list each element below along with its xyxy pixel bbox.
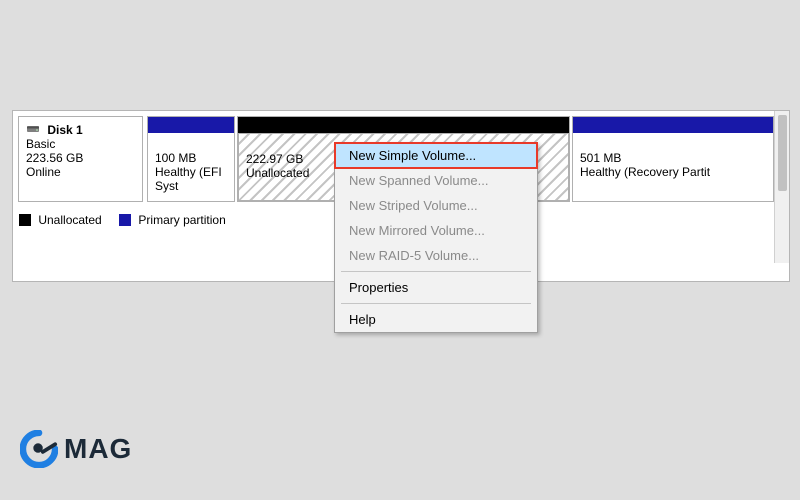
scrollbar-thumb[interactable] <box>778 115 787 191</box>
legend-swatch-unallocated <box>19 214 31 226</box>
menu-properties[interactable]: Properties <box>335 275 537 300</box>
menu-new-mirrored-volume: New Mirrored Volume... <box>335 218 537 243</box>
partition-header <box>573 117 773 133</box>
partition-size: 100 MB <box>155 151 227 165</box>
disk-status: Online <box>26 165 61 179</box>
menu-help[interactable]: Help <box>335 307 537 332</box>
menu-new-spanned-volume: New Spanned Volume... <box>335 168 537 193</box>
menu-new-raid5-volume: New RAID-5 Volume... <box>335 243 537 268</box>
partition-size: 501 MB <box>580 151 766 165</box>
partition-recovery[interactable]: 501 MB Healthy (Recovery Partit <box>572 116 774 202</box>
disk-name: Disk 1 <box>47 123 82 137</box>
context-menu: New Simple Volume... New Spanned Volume.… <box>334 142 538 333</box>
partition-status: Healthy (Recovery Partit <box>580 165 766 179</box>
hard-disk-icon <box>26 122 40 136</box>
menu-separator <box>341 303 531 304</box>
menu-new-striped-volume: New Striped Volume... <box>335 193 537 218</box>
disk-size: 223.56 GB <box>26 151 83 165</box>
menu-separator <box>341 271 531 272</box>
partition-header <box>238 117 569 133</box>
legend-label-unallocated: Unallocated <box>38 213 101 227</box>
vertical-scrollbar[interactable] <box>774 111 789 263</box>
disk-type: Basic <box>26 137 55 151</box>
partition-efi[interactable]: 100 MB Healthy (EFI Syst <box>147 116 235 202</box>
disk-info-box[interactable]: Disk 1 Basic 223.56 GB Online <box>18 116 143 202</box>
logo-text: MAG <box>64 433 132 465</box>
pcmag-logo: MAG <box>20 430 132 468</box>
legend-label-primary: Primary partition <box>138 213 225 227</box>
partition-status: Healthy (EFI Syst <box>155 165 227 193</box>
logo-mark-icon <box>20 430 58 468</box>
partition-header <box>148 117 234 133</box>
menu-new-simple-volume[interactable]: New Simple Volume... <box>335 143 537 168</box>
legend-swatch-primary <box>119 214 131 226</box>
